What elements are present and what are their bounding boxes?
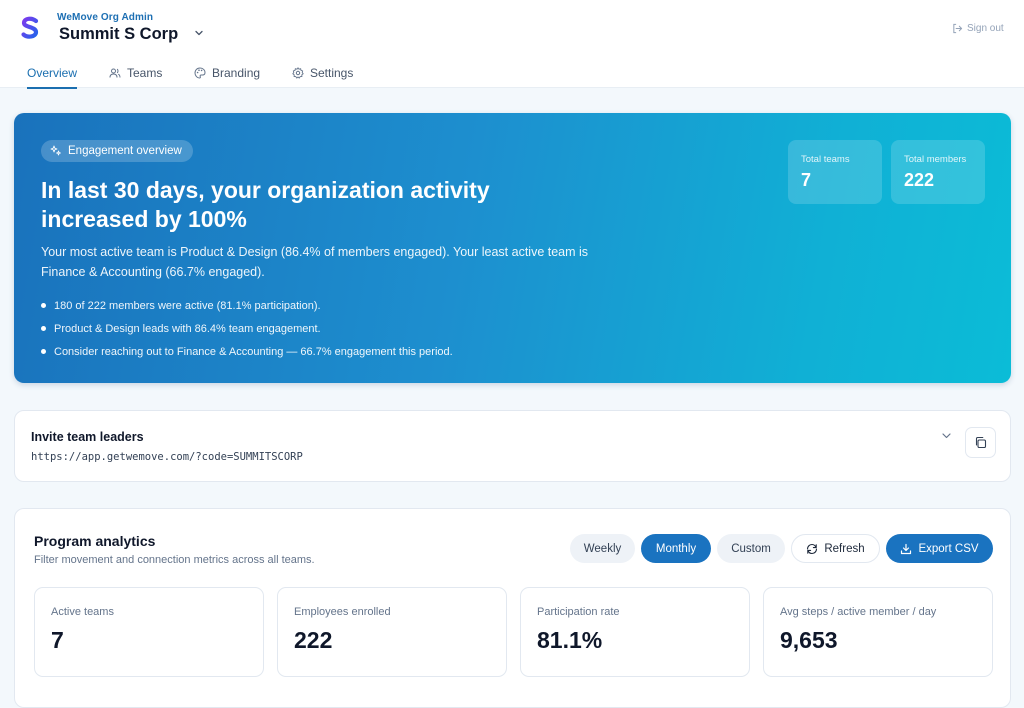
bullet-dot: [41, 349, 46, 354]
insight-text: 180 of 222 members were active (81.1% pa…: [54, 299, 321, 312]
insight-list: 180 of 222 members were active (81.1% pa…: [41, 294, 641, 363]
engagement-overview-label: Engagement overview: [68, 145, 182, 157]
sign-out-icon: [953, 23, 963, 33]
tab-teams-label: Teams: [127, 66, 163, 80]
metric-value: 9,653: [780, 627, 838, 653]
sparkles-icon: [50, 145, 61, 156]
metric-label: Avg steps / active member / day: [780, 606, 937, 618]
engagement-hero-banner: Engagement overview In last 30 days, you…: [14, 113, 1011, 383]
metric-label: Employees enrolled: [294, 606, 391, 618]
analytics-subtitle: Filter movement and connection metrics a…: [34, 554, 315, 566]
analytics-title: Program analytics: [34, 533, 156, 549]
total-teams-label: Total teams: [801, 154, 850, 165]
total-teams-stat: Total teams 7: [788, 140, 882, 204]
wemove-logo-icon[interactable]: [19, 16, 41, 40]
export-csv-label: Export CSV: [918, 542, 979, 555]
bullet-dot: [41, 326, 46, 331]
filter-weekly-button[interactable]: Weekly: [570, 534, 635, 563]
users-icon: [109, 68, 121, 78]
org-admin-label: WeMove Org Admin: [57, 12, 154, 23]
org-switcher-chevron-down-icon[interactable]: [194, 28, 204, 38]
insight-item: Product & Design leads with 86.4% team e…: [41, 317, 641, 340]
total-members-stat: Total members 222: [891, 140, 985, 204]
tab-settings[interactable]: Settings: [292, 58, 353, 88]
tab-overview[interactable]: Overview: [27, 58, 78, 89]
export-csv-button[interactable]: Export CSV: [886, 534, 993, 563]
metric-value: 81.1%: [537, 627, 603, 653]
total-members-value: 222: [904, 170, 935, 190]
filter-custom-label: Custom: [731, 542, 771, 555]
insight-text: Consider reaching out to Finance & Accou…: [54, 345, 453, 358]
sign-out-button[interactable]: Sign out: [952, 21, 1004, 35]
filter-weekly-label: Weekly: [583, 542, 622, 555]
hero-description: Your most active team is Product & Desig…: [41, 245, 589, 279]
total-teams-value: 7: [801, 170, 812, 190]
invite-title: Invite team leaders: [31, 430, 144, 444]
gear-icon: [292, 67, 304, 79]
sign-out-label: Sign out: [967, 22, 1004, 34]
tab-teams[interactable]: Teams: [109, 58, 162, 88]
tab-bar: Overview Teams Branding Settings: [0, 58, 1024, 89]
org-name[interactable]: Summit S Corp: [59, 25, 178, 44]
chevron-down-icon[interactable]: [941, 430, 952, 441]
metric-label: Participation rate: [537, 606, 620, 618]
filter-monthly-button[interactable]: Monthly: [641, 534, 711, 563]
total-members-label: Total members: [904, 154, 967, 165]
tab-settings-label: Settings: [310, 66, 354, 80]
metric-active-teams: Active teams 7: [34, 587, 264, 677]
bullet-dot: [41, 303, 46, 308]
metric-value: 7: [51, 627, 64, 653]
insight-item: Consider reaching out to Finance & Accou…: [41, 340, 641, 363]
engagement-overview-badge: Engagement overview: [41, 140, 193, 162]
copy-link-button[interactable]: [965, 427, 996, 458]
metric-participation-rate: Participation rate 81.1%: [520, 587, 750, 677]
tab-branding-label: Branding: [212, 66, 261, 80]
metric-avg-steps: Avg steps / active member / day 9,653: [763, 587, 993, 677]
metric-label: Active teams: [51, 606, 114, 618]
download-icon: [901, 543, 912, 554]
hero-headline: In last 30 days, your organization activ…: [41, 177, 490, 232]
insight-item: 180 of 222 members were active (81.1% pa…: [41, 294, 641, 317]
palette-icon: [194, 67, 206, 79]
tab-branding[interactable]: Branding: [194, 58, 260, 88]
invite-team-leaders-card: Invite team leaders https://app.getwemov…: [14, 410, 1011, 482]
program-analytics-card: Program analytics Filter movement and co…: [14, 508, 1011, 708]
refresh-label: Refresh: [824, 542, 865, 555]
app-header: WeMove Org Admin Summit S Corp Sign out: [0, 0, 1024, 58]
insight-text: Product & Design leads with 86.4% team e…: [54, 322, 321, 335]
refresh-icon: [807, 543, 818, 554]
metric-employees-enrolled: Employees enrolled 222: [277, 587, 507, 677]
refresh-button[interactable]: Refresh: [791, 534, 880, 563]
metric-value: 222: [294, 627, 333, 653]
filter-monthly-label: Monthly: [655, 542, 697, 555]
copy-icon: [975, 436, 987, 449]
tab-overview-label: Overview: [27, 66, 78, 80]
filter-custom-button[interactable]: Custom: [717, 534, 785, 563]
invite-link[interactable]: https://app.getwemove.com/?code=SUMMITSC…: [31, 451, 303, 463]
